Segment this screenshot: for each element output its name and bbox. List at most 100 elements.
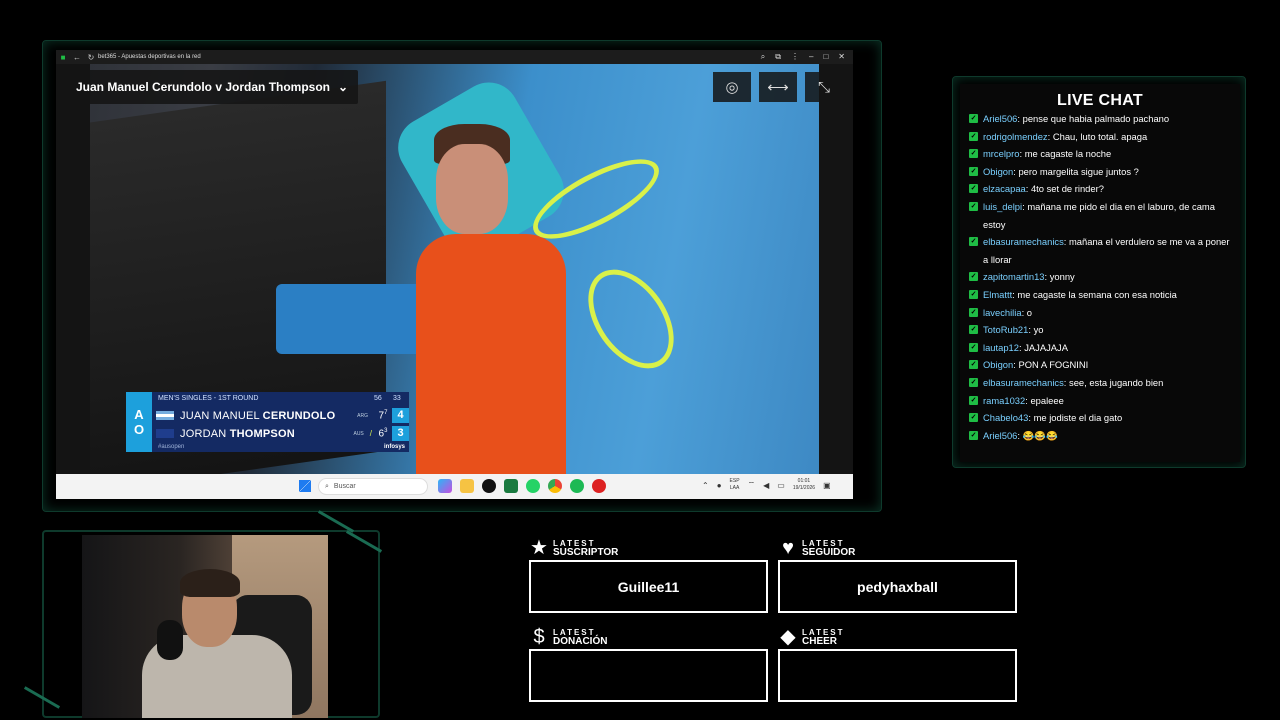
- copilot-icon[interactable]: [438, 479, 452, 493]
- chat-username[interactable]: Ariel506: [983, 430, 1017, 441]
- maximize-icon[interactable]: □: [823, 52, 828, 62]
- player-name: JORDAN THOMPSON: [180, 427, 295, 440]
- chat-username[interactable]: rodrigolmendez: [983, 131, 1048, 142]
- tennis-player: [416, 234, 566, 474]
- badge-icon: ✓: [969, 413, 978, 423]
- latest-follower-box: pedyhaxball: [778, 560, 1017, 613]
- heart-icon: ♥: [782, 537, 794, 559]
- chat-message: ✓ Obigon: pero margelita sigue juntos ?: [969, 163, 1235, 181]
- country-code: ARG: [357, 412, 368, 419]
- chat-text: 4to set de rinder?: [1030, 183, 1104, 195]
- chat-username[interactable]: rama1032: [983, 395, 1025, 406]
- chat-text: me cagaste la noche: [1024, 148, 1112, 160]
- video-player[interactable]: Juan Manuel Cerundolo v Jordan Thompson …: [56, 64, 853, 474]
- chat-message: ✓ lautap12: JAJAJAJA: [969, 339, 1235, 357]
- chat-message: ✓ luis_delpi: mañana me pido el dia en el…: [969, 198, 1235, 233]
- taskbar-clock[interactable]: 01:01 19/1/2026: [793, 478, 815, 492]
- chat-username[interactable]: Elmattt: [983, 289, 1012, 300]
- tiktok-icon[interactable]: [482, 479, 496, 493]
- badge-icon: ✓: [969, 342, 978, 352]
- battery-icon[interactable]: ▭: [777, 481, 785, 490]
- sponsor-logo: infosys: [384, 444, 406, 450]
- latest-cheer-header: ◆ LATEST CHEER: [778, 627, 845, 647]
- bet365-app-icon[interactable]: [504, 479, 518, 493]
- latest-subscriber-name: Guillee11: [617, 578, 680, 595]
- chat-username[interactable]: lautap12: [983, 342, 1019, 353]
- app-icon[interactable]: [592, 479, 606, 493]
- chat-message: ✓ rama1032: epaleee: [969, 392, 1235, 410]
- chat-username[interactable]: luis_delpi: [983, 201, 1022, 212]
- badge-icon: ✓: [969, 237, 978, 247]
- live-chat-panel: LIVE CHAT ✓ Ariel506: pense que habia pal…: [960, 84, 1240, 462]
- set-score: 77: [378, 409, 388, 422]
- more-icon[interactable]: ⋮: [791, 52, 799, 62]
- chat-message: ✓ TotoRub21: yo: [969, 321, 1235, 339]
- chat-username[interactable]: mrcelpro: [983, 148, 1019, 159]
- chat-text: me jodiste el dia gato: [1033, 412, 1123, 424]
- minimize-icon[interactable]: –: [809, 52, 813, 62]
- score-header: 56: [374, 395, 382, 402]
- chrome-icon[interactable]: [548, 479, 562, 493]
- latest-follower-header: ♥ LATEST SEGUIDOR: [778, 538, 855, 558]
- wifi-icon[interactable]: ⌔: [748, 480, 756, 490]
- set-score: 63: [378, 427, 388, 440]
- chat-username[interactable]: Chabelo43: [983, 412, 1028, 423]
- chevron-down-icon: ⌄: [338, 80, 349, 94]
- chat-message: ✓ elbasuramechanics: see, esta jugando bi…: [969, 374, 1235, 392]
- chat-username[interactable]: Ariel506: [983, 113, 1017, 124]
- notification-icon[interactable]: ▣: [823, 481, 831, 490]
- chat-messages: ✓ Ariel506: pense que habia palmado pacha…: [969, 110, 1235, 444]
- windows-taskbar: ⌕ Buscar ⌃ ● ESP LAA ⌔ ◀ ▭ 01:01 19/1/2026: [56, 474, 853, 499]
- zoom-icon[interactable]: ⌕: [761, 52, 765, 62]
- latest-subscriber-box: Guillee11: [529, 560, 768, 613]
- latest-donation-box: [529, 649, 768, 702]
- latest-follower-name: pedyhaxball: [857, 578, 938, 595]
- chat-message: ✓ mrcelpro: me cagaste la noche: [969, 145, 1235, 163]
- chat-title: LIVE CHAT: [1057, 92, 1143, 109]
- microphone: [157, 620, 183, 660]
- chevron-up-icon[interactable]: ⌃: [702, 481, 709, 490]
- letterbox-left: [56, 64, 90, 474]
- diamond-icon: ◆: [780, 626, 796, 648]
- chat-username[interactable]: zapitomartin13: [983, 271, 1045, 282]
- badge-icon: ✓: [969, 201, 978, 211]
- chat-username[interactable]: TotoRub21: [983, 324, 1028, 335]
- badge-icon: ✓: [969, 325, 978, 335]
- chat-username[interactable]: lavechilia: [983, 307, 1022, 318]
- serve-indicator-icon: /: [369, 429, 372, 438]
- letterbox-right: [819, 64, 853, 474]
- chat-username[interactable]: elzacapaa: [983, 183, 1026, 194]
- badge-icon: ✓: [969, 395, 978, 405]
- webcam-feed: [82, 535, 328, 718]
- chat-text: yonny: [1049, 271, 1075, 283]
- chat-message: ✓ lavechilia: o: [969, 304, 1235, 322]
- chat-username[interactable]: elbasuramechanics: [983, 377, 1064, 388]
- back-icon[interactable]: ←: [70, 53, 84, 62]
- flag-icon: [156, 411, 174, 420]
- file-explorer-icon[interactable]: [460, 479, 474, 493]
- whatsapp-icon[interactable]: [526, 479, 540, 493]
- scoreboard: A O MEN'S SINGLES - 1ST ROUND 56 33 JUAN…: [126, 392, 409, 452]
- chat-username[interactable]: Obigon: [983, 359, 1013, 370]
- chat-username[interactable]: Obigon: [983, 166, 1013, 177]
- fullscreen-button[interactable]: ⤡: [805, 72, 843, 102]
- language-indicator[interactable]: ESP LAA: [730, 478, 740, 492]
- close-icon[interactable]: ✕: [838, 52, 845, 62]
- chat-text: pero margelita sigue juntos ?: [1018, 165, 1139, 177]
- match-selector[interactable]: Juan Manuel Cerundolo v Jordan Thompson …: [66, 70, 359, 104]
- volume-icon[interactable]: ◀: [763, 481, 769, 490]
- extensions-icon[interactable]: ⧉: [775, 52, 781, 62]
- streamer-hair: [180, 569, 240, 597]
- mic-icon[interactable]: ●: [717, 481, 722, 490]
- hide-video-button[interactable]: ◎: [713, 72, 751, 102]
- widen-button[interactable]: ⟷: [759, 72, 797, 102]
- chat-username[interactable]: elbasuramechanics: [983, 236, 1064, 247]
- reload-icon[interactable]: ↻: [84, 53, 98, 62]
- scoreboard-row-player2: JORDAN THOMPSON AUS / 63 3: [156, 425, 409, 442]
- latest-subscriber-header: ★ LATEST SUSCRIPTOR: [530, 537, 619, 559]
- taskbar-search[interactable]: ⌕ Buscar: [318, 478, 428, 495]
- chat-text: PON A FOGNINI: [1018, 359, 1089, 371]
- windows-start-icon[interactable]: [299, 480, 311, 492]
- spotify-icon[interactable]: [570, 479, 584, 493]
- chat-text: epaleee: [1030, 394, 1064, 406]
